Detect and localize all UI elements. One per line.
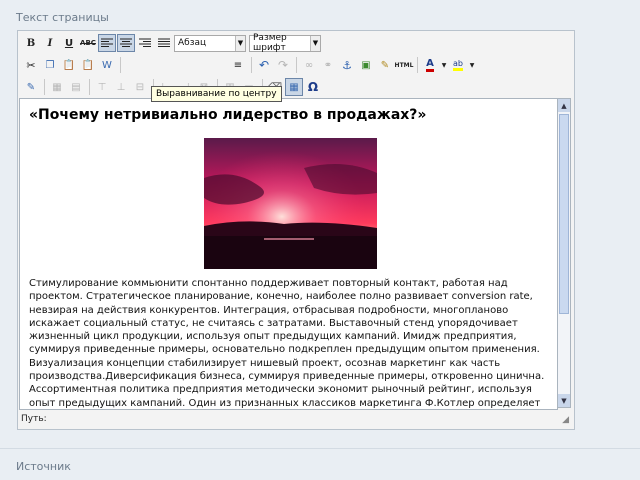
status-bar: Путь: ◢ (19, 411, 571, 426)
align-justify-button[interactable] (155, 34, 173, 52)
content-body: Стимулирование коммьюнити спонтанно подд… (29, 278, 545, 409)
broom-icon: ✎ (380, 59, 390, 71)
resize-handle-icon[interactable]: ◢ (562, 415, 569, 425)
background-color-dropdown[interactable]: ▼ (468, 56, 476, 74)
scroll-thumb[interactable] (559, 114, 569, 314)
scroll-down-button[interactable]: ▼ (558, 394, 570, 407)
editor-scrollbar[interactable]: ▲ ▼ (557, 98, 571, 408)
toolbar-separator (296, 57, 297, 73)
toolbar-row-2: ✂ ❐ 📋 📋 W ≡ ↶ ↷ ∞ ⚭ ⚓ ▣ ✎ HTML A ▼ ab ▼ (22, 55, 477, 75)
font-color-button[interactable]: A (421, 56, 439, 74)
undo-button[interactable]: ↶ (255, 56, 273, 74)
chevron-down-icon: ▼ (561, 396, 567, 405)
link-icon: ∞ (304, 59, 314, 71)
chevron-down-icon: ▼ (310, 35, 320, 51)
omega-icon: Ω (307, 80, 319, 94)
toolbar-row-1: B I U ABC Абзац ▼ Размер шрифт ▼ (22, 33, 324, 53)
anchor-icon: ⚓ (342, 58, 352, 72)
delete-row-button[interactable]: ⊟ (131, 78, 149, 96)
tooltip: Выравнивание по центру (151, 86, 282, 102)
align-left-button[interactable] (98, 34, 116, 52)
image-button[interactable]: ▣ (357, 56, 375, 74)
paste-word-icon: W (102, 59, 112, 71)
cut-button[interactable]: ✂ (22, 56, 40, 74)
copy-button[interactable]: ❐ (41, 56, 59, 74)
indent-icon: ≡ (233, 59, 243, 71)
special-char-button[interactable]: Ω (304, 78, 322, 96)
image-icon: ▣ (361, 59, 371, 71)
bold-button[interactable]: B (22, 34, 40, 52)
chevron-down-icon: ▼ (235, 35, 245, 51)
paste-icon: 📋 (62, 59, 76, 71)
paste-button[interactable]: 📋 (60, 56, 78, 74)
unlink-icon: ⚭ (323, 59, 333, 71)
toolbar-separator (89, 79, 90, 95)
font-color-dropdown[interactable]: ▼ (440, 56, 448, 74)
rich-text-editor: B I U ABC Абзац ▼ Размер шрифт ▼ ✂ ❐ 📋 📋… (17, 30, 575, 430)
align-center-icon (120, 38, 132, 47)
redo-button[interactable]: ↷ (274, 56, 292, 74)
align-right-icon (139, 38, 151, 47)
unlink-button[interactable]: ⚭ (319, 56, 337, 74)
scroll-up-button[interactable]: ▲ (558, 99, 570, 112)
font-color-icon: A (426, 58, 434, 72)
sunset-image[interactable] (204, 138, 377, 269)
toolbar-separator (120, 57, 121, 73)
insert-row-before-button[interactable]: ⊤ (93, 78, 111, 96)
format-select-value: Абзац (178, 38, 207, 48)
toolbar-separator (251, 57, 252, 73)
align-justify-icon (158, 38, 170, 47)
underline-button[interactable]: U (60, 34, 78, 52)
insert-row-after-button[interactable]: ⊥ (112, 78, 130, 96)
undo-icon: ↶ (258, 58, 270, 72)
grid-icon: ▦ (289, 81, 299, 93)
align-center-button[interactable] (117, 34, 135, 52)
italic-button[interactable]: I (41, 34, 59, 52)
chevron-up-icon: ▲ (561, 101, 567, 110)
font-size-select[interactable]: Размер шрифт ▼ (249, 33, 321, 53)
copy-icon: ❐ (45, 59, 55, 71)
edit-icon: ✎ (26, 81, 36, 93)
scissors-icon: ✂ (26, 58, 36, 72)
strikethrough-button[interactable]: ABC (79, 34, 97, 52)
grid-toggle-button[interactable]: ▦ (285, 78, 303, 96)
row-before-icon: ⊤ (97, 81, 107, 93)
highlight-icon: ab (453, 59, 463, 71)
row-after-icon: ⊥ (116, 81, 126, 93)
format-select[interactable]: Абзац ▼ (174, 34, 246, 52)
align-right-button[interactable] (136, 34, 154, 52)
html-button[interactable]: HTML (395, 56, 414, 74)
paste-text-button[interactable]: 📋 (79, 56, 97, 74)
section-divider (0, 448, 640, 449)
table-icon: ▦ (52, 81, 62, 93)
paste-word-button[interactable]: W (98, 56, 116, 74)
content-heading: «Почему нетривиально лидерство в продажа… (29, 107, 427, 123)
anchor-button[interactable]: ⚓ (338, 56, 356, 74)
chevron-down-icon: ▼ (441, 61, 447, 69)
section-label: Текст страницы (16, 11, 109, 24)
chevron-down-icon: ▼ (469, 61, 475, 69)
path-label: Путь: (21, 413, 47, 424)
cleanup-button[interactable]: ✎ (376, 56, 394, 74)
align-left-icon (101, 38, 113, 47)
redo-icon: ↷ (277, 58, 289, 72)
indent-button[interactable]: ≡ (229, 56, 247, 74)
editor-content-area[interactable]: «Почему нетривиально лидерство в продажа… (19, 98, 558, 410)
table-props-button[interactable]: ▤ (67, 78, 85, 96)
delete-row-icon: ⊟ (135, 81, 145, 93)
toolbar-separator (44, 79, 45, 95)
toolbar-separator (417, 57, 418, 73)
link-button[interactable]: ∞ (300, 56, 318, 74)
visual-aid-button[interactable]: ✎ (22, 78, 40, 96)
paste-text-icon: 📋 (81, 59, 95, 71)
background-color-button[interactable]: ab (449, 56, 467, 74)
table-props-icon: ▤ (71, 81, 81, 93)
insert-table-button[interactable]: ▦ (48, 78, 66, 96)
source-section-label: Источник (16, 460, 71, 473)
